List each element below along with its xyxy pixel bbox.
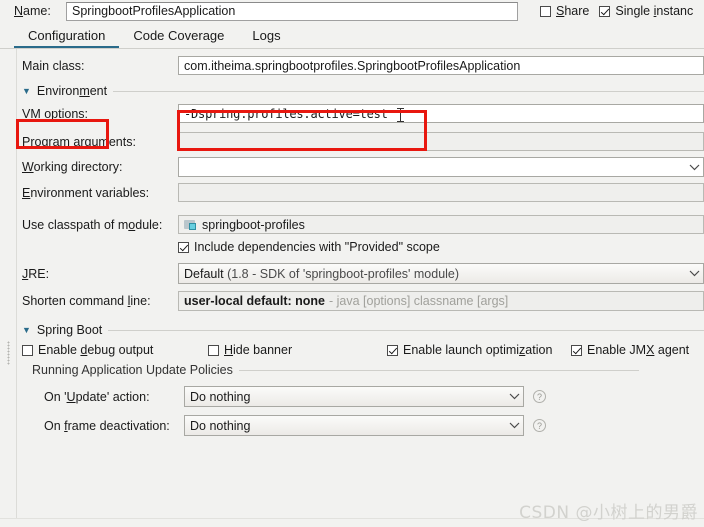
on-frame-deactivation-label: On frame deactivation: — [44, 418, 170, 433]
checkbox-box-enable-jmx-agent — [571, 344, 582, 356]
run-configuration-dialog: Name: SpringbootProfilesApplication Shar… — [0, 0, 704, 527]
section-divider-line — [108, 329, 704, 331]
checkbox-box-single-instance — [599, 5, 611, 17]
enable-launch-optimization-label: Enable launch optimization — [403, 343, 553, 357]
program-arguments-row: Program arguments: — [0, 132, 704, 151]
enable-launch-optimization-checkbox[interactable]: Enable launch optimization — [387, 343, 571, 357]
vm-options-label: VM options: — [22, 106, 89, 121]
name-row: Name: SpringbootProfilesApplication Shar… — [0, 0, 704, 22]
environment-variables-label: Environment variables: — [22, 185, 150, 200]
program-arguments-label: Program arguments: — [22, 134, 136, 149]
environment-variables-input[interactable] — [178, 183, 704, 202]
share-label: Share — [556, 4, 590, 18]
chevron-down-icon[interactable] — [505, 393, 523, 400]
jre-hint: (1.8 - SDK of 'springboot-profiles' modu… — [227, 266, 460, 281]
share-checkbox[interactable]: Share — [540, 4, 589, 18]
spring-boot-section-title: Spring Boot — [36, 323, 103, 337]
enable-debug-output-label: Enable debug output — [38, 343, 154, 357]
shorten-command-line-combo[interactable]: user-local default: none - java [options… — [178, 291, 704, 311]
shorten-command-line-label: Shorten command line: — [22, 294, 151, 308]
tab-configuration-label: Configuration — [28, 28, 106, 43]
module-icon — [184, 219, 197, 231]
text-cursor-icon — [397, 108, 404, 122]
on-update-action-combo[interactable]: Do nothing — [184, 386, 524, 407]
chevron-down-icon[interactable] — [685, 270, 703, 277]
help-icon[interactable]: ? — [533, 390, 546, 403]
main-class-label: Main class: — [22, 58, 85, 73]
shorten-command-line-row: Shorten command line: user-local default… — [0, 291, 704, 311]
use-classpath-combo[interactable]: springboot-profiles — [178, 215, 704, 234]
working-directory-label: Working directory: — [22, 160, 123, 174]
name-row-options: Share Single instanc — [540, 4, 693, 18]
hide-banner-checkbox[interactable]: Hide banner — [208, 343, 387, 357]
on-frame-deactivation-value: Do nothing — [190, 418, 251, 433]
single-instance-label: Single instanc — [615, 4, 694, 18]
tab-configuration[interactable]: Configuration — [14, 26, 120, 48]
on-frame-deactivation-combo[interactable]: Do nothing — [184, 415, 524, 436]
on-update-action-row: On 'Update' action: Do nothing ? — [0, 386, 704, 407]
main-class-value: com.itheima.springbootprofiles.Springboo… — [184, 58, 521, 73]
environment-section-header[interactable]: ▼ Environment — [0, 84, 704, 98]
single-instance-checkbox[interactable]: Single instanc — [599, 4, 693, 18]
shorten-command-line-value: user-local default: none — [184, 294, 325, 308]
checkbox-box-include-provided — [178, 241, 189, 253]
shorten-command-line-hint: - java [options] classname [args] — [329, 294, 509, 308]
splitter-grip[interactable] — [7, 341, 10, 365]
name-label: Name: — [14, 4, 51, 18]
checkbox-box-enable-debug-output — [22, 344, 33, 356]
on-update-action-label: On 'Update' action: — [44, 389, 150, 404]
name-input[interactable]: SpringbootProfilesApplication — [66, 1, 518, 21]
help-icon[interactable]: ? — [533, 419, 546, 432]
vm-options-input[interactable]: -Dspring.profiles.active=test — [178, 104, 704, 123]
on-update-action-value: Do nothing — [190, 389, 251, 404]
enable-debug-output-checkbox[interactable]: Enable debug output — [22, 343, 208, 357]
configuration-panel: Main class: com.itheima.springbootprofil… — [0, 49, 704, 527]
collapse-caret-icon: ▼ — [22, 85, 31, 96]
watermark: CSDN @小树上的男爵 — [519, 503, 698, 523]
name-input-value: SpringbootProfilesApplication — [72, 4, 236, 18]
spring-boot-section-header[interactable]: ▼ Spring Boot — [0, 323, 704, 337]
section-divider-line — [238, 369, 639, 371]
include-provided-label: Include dependencies with "Provided" sco… — [194, 240, 440, 254]
hide-banner-label: Hide banner — [224, 343, 293, 357]
tab-code-coverage[interactable]: Code Coverage — [119, 26, 238, 48]
vm-options-value: -Dspring.profiles.active=test — [184, 106, 388, 121]
working-directory-row: Working directory: — [0, 157, 704, 177]
environment-section-title: Environment — [36, 84, 108, 98]
spring-boot-checkbox-row: Enable debug output Hide banner Enable l… — [0, 343, 704, 357]
on-frame-deactivation-row: On frame deactivation: Do nothing ? — [0, 415, 704, 436]
jre-combo[interactable]: Default (1.8 - SDK of 'springboot-profil… — [178, 263, 704, 284]
tab-logs-label: Logs — [252, 28, 281, 43]
main-class-row: Main class: com.itheima.springbootprofil… — [0, 56, 704, 75]
checkbox-box-enable-launch-optimization — [387, 344, 398, 356]
jre-combo-text: Default (1.8 - SDK of 'springboot-profil… — [184, 267, 685, 281]
vm-options-row: VM options: -Dspring.profiles.active=tes… — [0, 104, 704, 123]
tab-bar: Configuration Code Coverage Logs — [0, 22, 704, 48]
section-divider-line — [113, 90, 704, 92]
update-policies-section-header: Running Application Update Policies — [0, 363, 704, 377]
chevron-down-icon[interactable] — [505, 422, 523, 429]
jre-label: JRE: — [22, 266, 50, 281]
checkbox-box-share — [540, 5, 551, 17]
jre-row: JRE: Default (1.8 - SDK of 'springboot-p… — [0, 263, 704, 284]
enable-jmx-agent-checkbox[interactable]: Enable JMX agent — [571, 343, 689, 357]
collapse-caret-icon: ▼ — [22, 324, 31, 335]
environment-variables-row: Environment variables: — [0, 183, 704, 202]
use-classpath-row: Use classpath of module: springboot-prof… — [0, 215, 704, 234]
use-classpath-value: springboot-profiles — [202, 217, 305, 232]
panel-left-divider — [16, 49, 17, 527]
use-classpath-label: Use classpath of module: — [22, 217, 163, 232]
checkbox-box-hide-banner — [208, 344, 219, 356]
main-class-input[interactable]: com.itheima.springbootprofiles.Springboo… — [178, 56, 704, 75]
program-arguments-input[interactable] — [178, 132, 704, 151]
include-provided-checkbox[interactable]: Include dependencies with "Provided" sco… — [178, 240, 440, 254]
tab-logs[interactable]: Logs — [238, 26, 294, 48]
chevron-down-icon[interactable] — [685, 164, 703, 171]
working-directory-input[interactable] — [178, 157, 704, 177]
include-provided-row: Include dependencies with "Provided" sco… — [0, 240, 704, 254]
tab-code-coverage-label: Code Coverage — [133, 28, 225, 43]
jre-value: Default — [184, 266, 224, 281]
enable-jmx-agent-label: Enable JMX agent — [587, 343, 690, 357]
update-policies-title: Running Application Update Policies — [32, 363, 233, 377]
